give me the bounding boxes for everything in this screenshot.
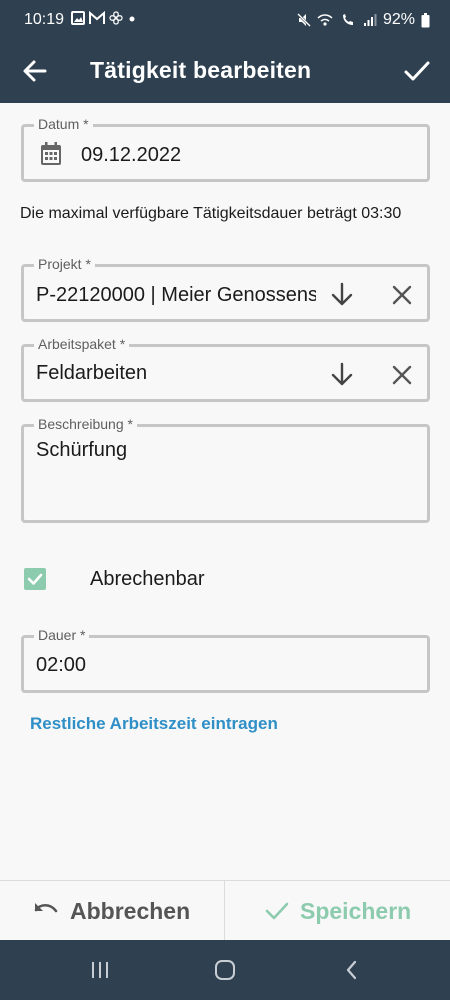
bottom-action-bar: Abbrechen Speichern bbox=[0, 880, 450, 941]
mail-icon bbox=[89, 11, 105, 24]
undo-icon bbox=[34, 903, 58, 913]
action-divider bbox=[224, 881, 225, 941]
billable-checkbox[interactable] bbox=[24, 568, 46, 590]
mute-icon bbox=[297, 13, 311, 27]
system-nav-bar bbox=[0, 940, 450, 1000]
fill-remaining-time-link[interactable]: Restliche Arbeitszeit eintragen bbox=[30, 714, 278, 734]
signal-icon bbox=[363, 14, 377, 26]
billable-label: Abrechenbar bbox=[90, 568, 205, 590]
clear-icon[interactable] bbox=[387, 360, 417, 390]
calendar-icon bbox=[41, 142, 61, 165]
call-signal-icon bbox=[342, 14, 353, 25]
cancel-label: Abbrechen bbox=[70, 897, 191, 924]
wifi-call-icon bbox=[317, 14, 333, 26]
app-bar: Tätigkeit bearbeiten bbox=[0, 40, 450, 103]
save-label: Speichern bbox=[300, 897, 412, 924]
work-package-value: Feldarbeiten bbox=[36, 362, 148, 384]
duration-field[interactable]: Dauer * 02:00 bbox=[21, 626, 430, 693]
project-value: P-22120000 | Meier Genossens bbox=[36, 284, 316, 306]
description-field-label: Beschreibung * bbox=[34, 415, 137, 433]
duration-value: 02:00 bbox=[36, 654, 87, 676]
cancel-button[interactable]: Abbrechen bbox=[32, 881, 190, 941]
dot-icon bbox=[129, 16, 135, 22]
date-field-label: Datum * bbox=[34, 115, 93, 133]
system-icons: 92% bbox=[297, 11, 430, 29]
notification-icons bbox=[71, 11, 137, 25]
duration-field-label: Dauer * bbox=[34, 626, 90, 644]
project-field-label: Projekt * bbox=[34, 255, 95, 273]
work-package-field-label: Arbeitspaket * bbox=[34, 335, 130, 353]
battery-percent: 92% bbox=[382, 11, 415, 28]
checkmark-icon bbox=[27, 573, 43, 585]
work-package-field[interactable]: Arbeitspaket * Feldarbeiten bbox=[21, 335, 430, 402]
home-icon[interactable] bbox=[213, 958, 237, 982]
max-duration-info: Die maximal verfügbare Tätigkeitsdauer b… bbox=[20, 205, 402, 222]
status-bar: 10:19 92% bbox=[0, 0, 450, 40]
fan-icon bbox=[109, 11, 123, 25]
date-value: 09.12.2022 bbox=[81, 144, 182, 166]
back-arrow-icon[interactable] bbox=[18, 54, 52, 88]
nav-back-icon[interactable] bbox=[340, 958, 364, 982]
battery-icon bbox=[421, 12, 430, 27]
check-icon bbox=[265, 902, 289, 920]
date-field[interactable]: Datum * 09.12.2022 bbox=[21, 115, 430, 182]
recent-apps-icon[interactable] bbox=[88, 958, 112, 982]
project-field[interactable]: Projekt * P-22120000 | Meier Genossens bbox=[21, 255, 430, 322]
confirm-check-icon[interactable] bbox=[400, 54, 434, 88]
page-title: Tätigkeit bearbeiten bbox=[90, 57, 312, 83]
status-time: 10:19 bbox=[24, 11, 65, 28]
description-value: Schürfung bbox=[36, 439, 128, 461]
clear-icon[interactable] bbox=[387, 280, 417, 310]
save-button[interactable]: Speichern bbox=[264, 881, 411, 941]
image-icon bbox=[71, 11, 85, 25]
description-field[interactable]: Beschreibung * Schürfung bbox=[21, 415, 430, 523]
arrow-down-icon[interactable] bbox=[327, 280, 357, 310]
arrow-down-icon[interactable] bbox=[327, 360, 357, 390]
